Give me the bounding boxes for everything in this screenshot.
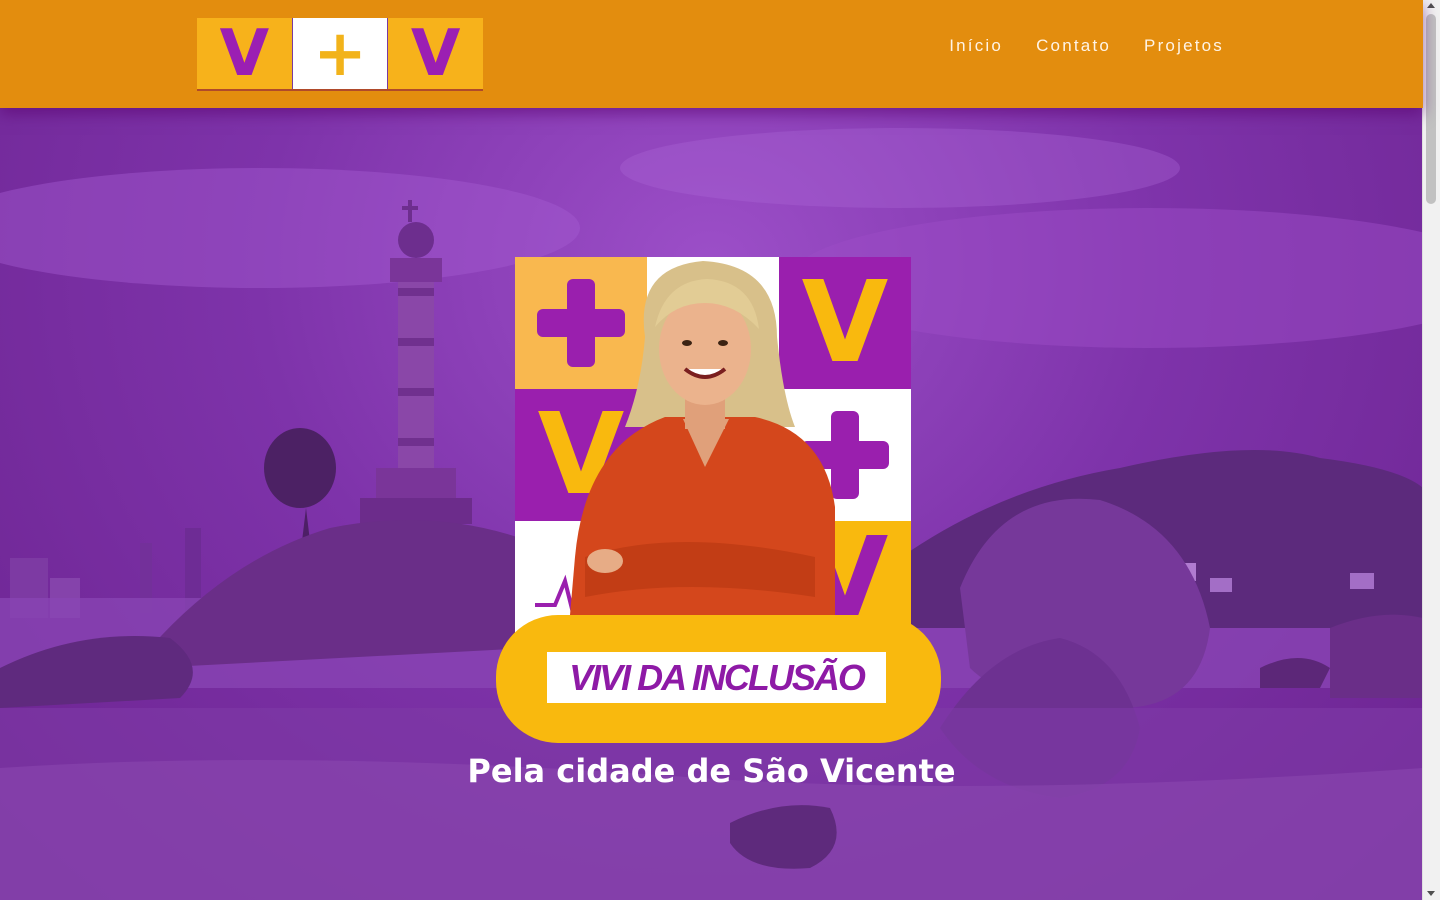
logo-letter-left: V [197, 18, 292, 89]
hero-subtitle: Pela cidade de São Vicente [467, 752, 956, 790]
scrollbar-thumb[interactable] [1426, 14, 1436, 204]
site-logo[interactable]: V + V [197, 18, 484, 91]
nav-link-contato[interactable]: Contato [1036, 36, 1111, 56]
campaign-banner-label: VIVI DA INCLUSÃO [547, 652, 886, 703]
nav-link-projetos[interactable]: Projetos [1144, 36, 1224, 56]
hero-section: V V V VIVI DA INCLUSÃO Pela cidade de Sã… [0, 108, 1423, 900]
page-scrollbar[interactable] [1422, 0, 1440, 900]
nav-link-inicio[interactable]: Início [949, 36, 1003, 56]
scroll-up-icon[interactable] [1427, 3, 1435, 8]
scroll-down-icon[interactable] [1427, 891, 1435, 896]
campaign-card: V V V [515, 257, 911, 637]
logo-plus: + [291, 18, 389, 89]
logo-letter-right: V [388, 18, 484, 89]
main-nav: Início Contato Projetos [949, 36, 1224, 56]
site-header: V + V Início Contato Projetos [0, 0, 1423, 108]
candidate-photo [570, 261, 835, 615]
